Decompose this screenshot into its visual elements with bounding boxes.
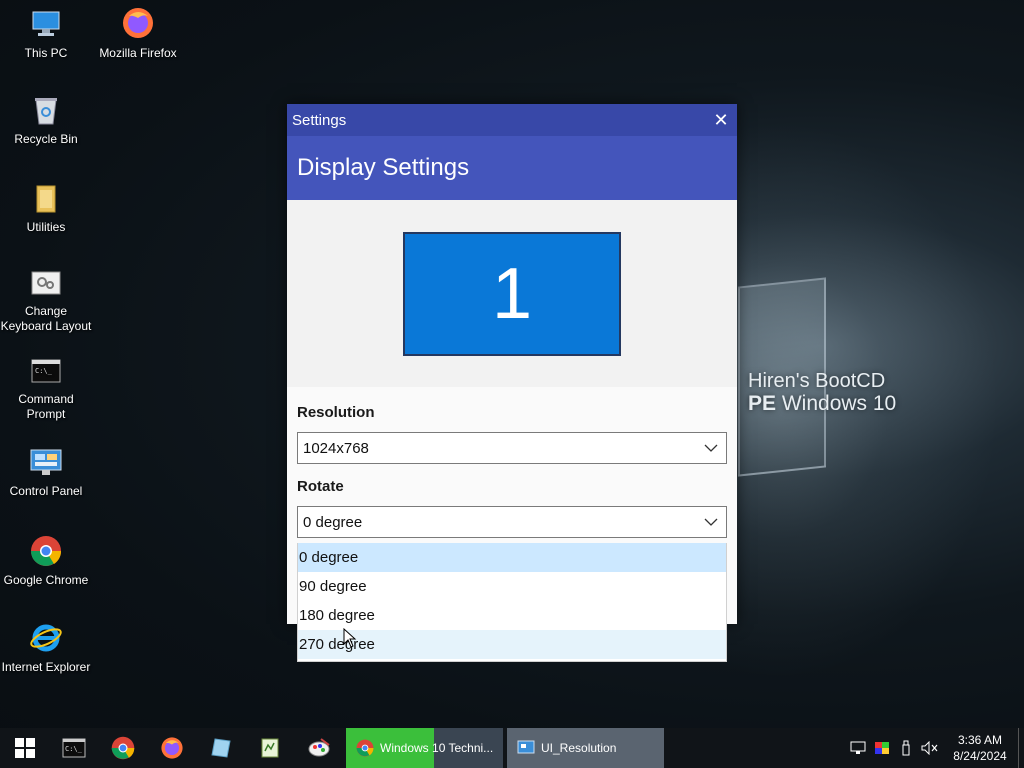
- rotate-option-180[interactable]: 180 degree: [298, 601, 726, 630]
- folder-icon: [36, 185, 56, 213]
- desktop-icon-google-chrome[interactable]: Google Chrome: [0, 535, 92, 588]
- chrome-icon: [356, 739, 374, 757]
- taskbar-task-label: UI_Resolution: [541, 741, 617, 755]
- desktop-icon-internet-explorer[interactable]: Internet Explorer: [0, 622, 92, 675]
- taskbar: C:\_ Windows 10 Techni... UI_Resolution …: [0, 728, 1024, 768]
- glass-tool-icon: [210, 738, 231, 758]
- command-prompt-icon: C:\_: [31, 359, 61, 383]
- wallpaper-brand-windows: Windows 10: [776, 392, 897, 415]
- paint-icon: [308, 738, 330, 757]
- display-settings-header: Display Settings: [287, 136, 737, 200]
- notepad-icon: [261, 738, 278, 758]
- internet-explorer-icon: [30, 624, 62, 652]
- taskbar-pin-paint[interactable]: [294, 728, 343, 768]
- volume-muted-icon: [921, 741, 938, 755]
- desktop-icon-label: Google Chrome: [3, 573, 89, 587]
- taskbar-pin-notepad[interactable]: [245, 728, 294, 768]
- desktop-icon-label: This PC: [24, 46, 68, 60]
- rotate-option-270[interactable]: 270 degree: [298, 630, 726, 659]
- taskbar-task-label: Windows 10 Techni...: [380, 741, 494, 755]
- app-icon: [517, 740, 535, 754]
- this-pc-icon: [32, 11, 60, 36]
- chevron-down-icon: [704, 444, 718, 452]
- desktop-icon-control-panel[interactable]: Control Panel: [0, 448, 92, 499]
- system-tray: 3:36 AM 8/24/2024: [846, 728, 1024, 768]
- close-icon: ✕: [713, 109, 729, 130]
- mouse-cursor-icon: [343, 628, 357, 648]
- taskbar-pin-chrome[interactable]: [98, 728, 147, 768]
- desktop-icon-this-pc[interactable]: This PC: [0, 8, 92, 61]
- svg-text:C:\_: C:\_: [35, 367, 53, 375]
- monitor-number: 1: [491, 254, 533, 334]
- taskbar-pin-firefox[interactable]: [147, 728, 196, 768]
- windows-logo-icon: [14, 738, 35, 758]
- clock-date: 8/24/2024: [953, 749, 1007, 763]
- rotate-select[interactable]: 0 degree: [297, 506, 727, 538]
- firefox-icon: [123, 8, 153, 38]
- rotate-label: Rotate: [297, 478, 344, 495]
- monitor-preview-area: 1: [287, 200, 737, 387]
- wallpaper-brand-line1: Hiren's BootCD: [748, 370, 886, 392]
- desktop-icon-utilities[interactable]: Utilities: [0, 182, 92, 235]
- resolution-value: 1024x768: [303, 439, 369, 457]
- taskbar-pin-tool[interactable]: [196, 728, 245, 768]
- usb-icon: [902, 740, 910, 756]
- firefox-icon: [160, 737, 183, 759]
- command-prompt-icon: C:\_: [62, 738, 85, 758]
- control-panel-icon: [30, 449, 62, 475]
- rotate-option-90[interactable]: 90 degree: [298, 572, 726, 601]
- page-title: Display Settings: [297, 154, 470, 181]
- show-desktop-button[interactable]: [1018, 728, 1024, 768]
- network-icon: [850, 741, 866, 754]
- taskbar-pin-command-prompt[interactable]: C:\_: [49, 728, 98, 768]
- desktop-icon-label: Command Prompt: [18, 392, 74, 421]
- desktop-icon-change-keyboard-layout[interactable]: Change Keyboard Layout: [0, 270, 92, 334]
- tray-display[interactable]: [870, 728, 894, 768]
- window-titlebar[interactable]: Settings: [287, 104, 737, 136]
- resolution-select[interactable]: 1024x768: [297, 432, 727, 464]
- keyboard-layout-icon: [31, 271, 61, 295]
- desktop-icon-label: Internet Explorer: [1, 660, 91, 674]
- taskbar-task-chrome-window[interactable]: Windows 10 Techni...: [346, 728, 503, 768]
- wallpaper-brand-pe: PE: [748, 392, 777, 415]
- close-button[interactable]: ✕: [705, 104, 737, 136]
- rotate-dropdown-list: 0 degree 90 degree 180 degree 270 degree: [297, 543, 727, 662]
- rotate-value: 0 degree: [303, 513, 363, 531]
- desktop-icon-firefox[interactable]: Mozilla Firefox: [92, 6, 184, 61]
- desktop-icon-label: Mozilla Firefox: [99, 46, 177, 60]
- display-color-icon: [875, 742, 889, 754]
- taskbar-task-ui-resolution[interactable]: UI_Resolution: [507, 728, 664, 768]
- resolution-label: Resolution: [297, 404, 375, 421]
- wallpaper-brand: Hiren's BootCD PE Windows 10: [748, 370, 896, 416]
- start-button[interactable]: [0, 728, 49, 768]
- rotate-option-0[interactable]: 0 degree: [298, 543, 726, 572]
- desktop-icon-label: Control Panel: [9, 484, 83, 498]
- desktop-icon-command-prompt[interactable]: C:\_ Command Prompt: [0, 358, 92, 422]
- chrome-icon: [31, 536, 62, 566]
- desktop-icon-label: Utilities: [26, 220, 66, 234]
- tray-network[interactable]: [846, 728, 870, 768]
- chrome-icon: [111, 736, 134, 760]
- svg-text:C:\_: C:\_: [65, 745, 83, 753]
- desktop-icon-recycle-bin[interactable]: Recycle Bin: [0, 94, 92, 147]
- taskbar-clock[interactable]: 3:36 AM 8/24/2024: [942, 732, 1018, 764]
- recycle-bin-icon: [35, 98, 57, 125]
- chevron-down-icon: [704, 518, 718, 526]
- desktop-icon-label: Recycle Bin: [14, 132, 78, 146]
- window-title: Settings: [292, 111, 347, 129]
- monitor-preview-1[interactable]: 1: [403, 232, 621, 356]
- tray-volume[interactable]: [918, 728, 942, 768]
- tray-usb[interactable]: [894, 728, 918, 768]
- clock-time: 3:36 AM: [957, 733, 1003, 747]
- desktop-icon-label: Change Keyboard Layout: [0, 304, 92, 333]
